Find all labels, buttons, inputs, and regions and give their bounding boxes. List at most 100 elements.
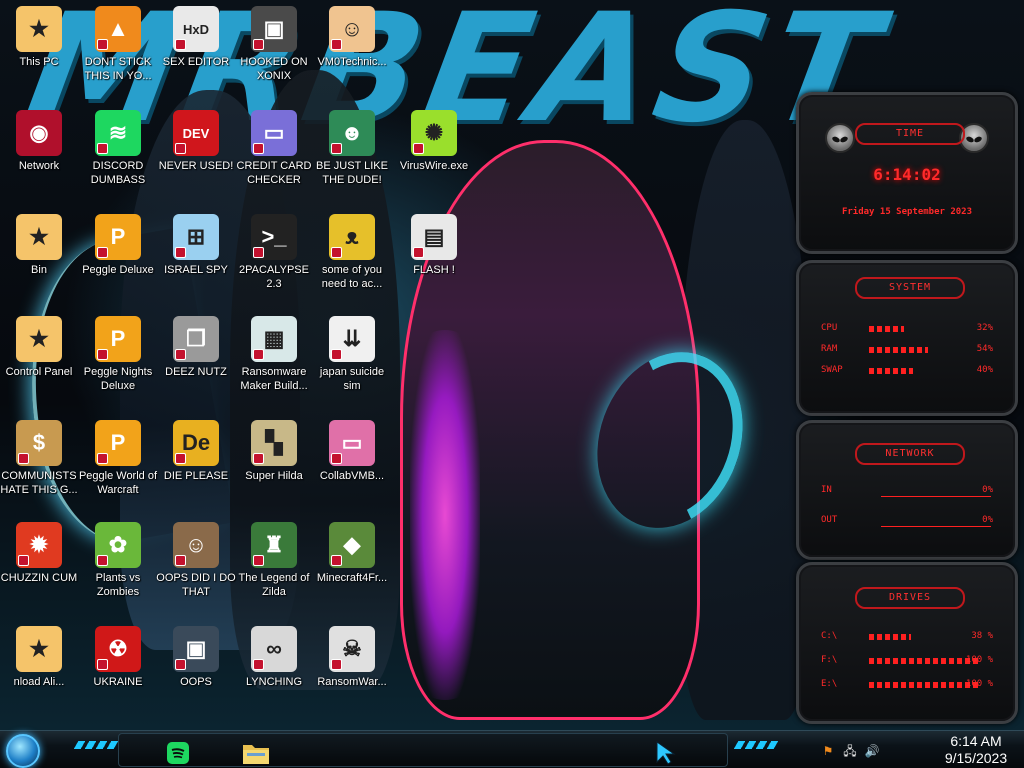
desktop-icon[interactable]: >_ 2PACALYPSE 2.3 [232,214,316,291]
spotify-logo-icon [167,742,189,764]
elf-face-icon: ☻ [329,110,375,156]
desktop-icon[interactable]: ∞ LYNCHING [232,626,316,689]
desktop-icon[interactable]: ★ Bin [0,214,81,277]
desktop-icon[interactable]: ✹ CHUZZIN CUM [0,522,81,585]
desktop-icon[interactable]: $ COMMUNISTS HATE THIS G... [0,420,81,497]
system-label: CPU [821,323,838,333]
taskbar-decoration-left [73,741,119,749]
desktop-icon[interactable]: P Peggle Deluxe [76,214,160,277]
start-button[interactable] [6,734,40,768]
desktop-icon[interactable]: ▭ CREDIT CARD CHECKER [232,110,316,187]
taskbar-clock-time: 6:14 AM [950,733,1002,749]
drive-label: C:\ [821,631,838,641]
taskbar-spotify-button[interactable] [161,737,195,768]
system-row: SWAP 40% [821,365,993,379]
devcpp-icon: DEV [173,110,219,156]
desktop-icon-label: Minecraft4Fr... [316,572,388,584]
desktop-icon-label: CollabVMB... [319,470,385,482]
desktop-icon[interactable]: ★ This PC [0,6,81,69]
network-status-icon[interactable]: 🖧 [842,743,858,759]
desktop-icon[interactable]: ▚ Super Hilda [232,420,316,483]
widget-clock: 6:14:02 [873,165,941,184]
volume-icon[interactable]: 🔊 [864,743,880,759]
desktop-icon[interactable]: ❐ DEEZ NUTZ [154,316,238,379]
desktop-icon-label: Peggle World of Warcraft [78,470,158,496]
system-level-bar [869,347,928,353]
desktop-icon[interactable]: ▲ DONT STICK THIS IN YO... [76,6,160,83]
pixel-dog-icon: ▚ [251,420,297,466]
desktop-icon-label: some of you need to ac... [321,264,383,290]
desktop-icon[interactable]: ☠ RansomWar... [310,626,394,689]
drive-label: E:\ [821,679,838,689]
desktop-icon[interactable]: ★ nload Ali... [0,626,81,689]
desktop-icon[interactable]: ☻ BE JUST LIKE THE DUDE! [310,110,394,187]
desktop-icon[interactable]: ▤ FLASH ! [392,214,476,277]
taskbar-decoration-right [733,741,779,749]
shortcut-arrow-icon [97,555,108,566]
desktop-icon[interactable]: ◉ Network [0,110,81,173]
system-label: SWAP [821,365,843,375]
file-installer-icon: ⇊ [329,316,375,362]
desktop-icon-label: nload Ali... [13,676,65,688]
system-value: 40% [976,365,993,375]
desktop-icon[interactable]: ▣ HOOKED ON XONIX [232,6,316,83]
desktop-icon[interactable]: HxD SEX EDITOR [154,6,238,69]
desktop-icon[interactable]: ⊞ ISRAEL SPY [154,214,238,277]
shortcut-arrow-icon [253,143,264,154]
shortcut-arrow-icon [413,143,424,154]
desktop-icon[interactable]: DEV NEVER USED! [154,110,238,173]
shortcut-arrow-icon [331,453,342,464]
drive-value: 100 % [965,679,993,689]
beaver-icon: ᴥ [329,214,375,260]
desktop-icon[interactable]: ⇊ japan suicide sim [310,316,394,393]
drive-level-bar [869,658,979,664]
desktop-icon[interactable]: ✺ VirusWire.exe [392,110,476,173]
shortcut-arrow-icon [413,247,424,258]
desktop-icon-label: FLASH ! [413,264,455,276]
taskbar-file-explorer-button[interactable] [239,737,273,768]
drive-row: C:\ 38 % [821,631,993,645]
desktop-icon[interactable]: P Peggle Nights Deluxe [76,316,160,393]
desktop-icon[interactable]: De DIE PLEASE [154,420,238,483]
network-label: OUT [821,515,838,525]
drives-widget: DRIVES C:\ 38 % F:\ 100 % E:\ 100 % [796,562,1018,724]
desktop-icon[interactable]: ≋ DISCORD DUMBASS [76,110,160,187]
knot-icon: ∞ [251,626,297,672]
desktop-icon-label: japan suicide sim [319,366,385,392]
drive-row: F:\ 100 % [821,655,993,669]
shortcut-arrow-icon [331,555,342,566]
desktop-icon[interactable]: P Peggle World of Warcraft [76,420,160,497]
desktop-icon[interactable]: ★ Control Panel [0,316,81,379]
flower-pot-icon: ✿ [95,522,141,568]
system-value: 54% [976,344,993,354]
desktop-icon[interactable]: ◆ Minecraft4Fr... [310,522,394,585]
desktop-icon[interactable]: ☺ VM0Technic... [310,6,394,69]
network-value: 0% [982,485,993,495]
drive-value: 38 % [971,631,993,641]
shortcut-arrow-icon [97,659,108,670]
time-widget: TIME 6:14:02 Friday 15 September 2023 [796,92,1018,254]
flag-icon[interactable]: ⚑ [820,743,836,759]
desktop-icon[interactable]: ✿ Plants vs Zombies [76,522,160,599]
desktop-icon[interactable]: ☺ OOPS DID I DO THAT [154,522,238,599]
desktop-icon[interactable]: ♜ The Legend of Zilda [232,522,316,599]
shortcut-arrow-icon [97,39,108,50]
shortcut-arrow-icon [331,143,342,154]
desktop-icon[interactable]: ▣ OOPS [154,626,238,689]
system-level-bar [869,368,913,374]
desktop-icon-label: SEX EDITOR [162,56,230,68]
desktop-icon[interactable]: ▦ Ransomware Maker Build... [232,316,316,393]
drive-label: F:\ [821,655,838,665]
shortcut-arrow-icon [175,143,186,154]
desktop-icon[interactable]: ☢ UKRAINE [76,626,160,689]
desktop-icon-label: DEEZ NUTZ [165,366,227,378]
desktop-icon-label: OOPS DID I DO THAT [156,572,236,598]
peggle-icon: P [95,316,141,362]
grass-block-icon: ◆ [329,522,375,568]
desktop-icon-label: 2PACALYPSE 2.3 [239,264,309,290]
taskbar-clock[interactable]: 6:14 AM 9/15/2023 [934,733,1018,767]
desktop-icon[interactable]: ᴥ some of you need to ac... [310,214,394,291]
peggle-icon: P [95,420,141,466]
desktop-icon[interactable]: ▭ CollabVMB... [310,420,394,483]
desktop-icon-label: Peggle Deluxe [82,264,154,276]
